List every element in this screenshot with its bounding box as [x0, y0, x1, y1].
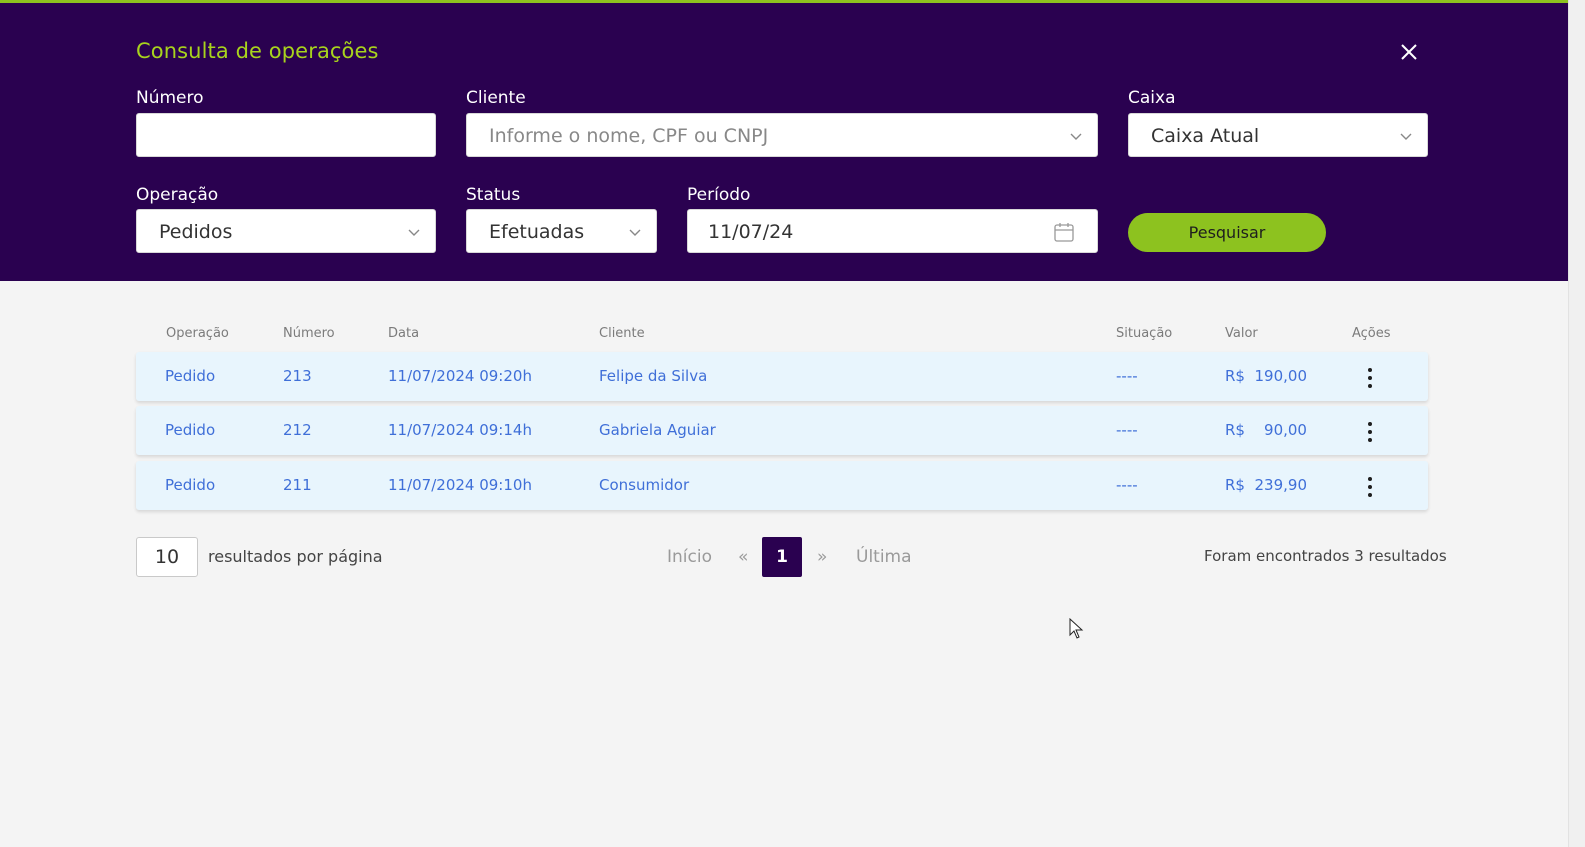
chevron-down-icon: [1399, 129, 1413, 143]
periodo-input[interactable]: 11/07/24: [687, 209, 1098, 253]
cell-valor: R$ 239,90: [1225, 476, 1307, 494]
pagination-first[interactable]: Início: [667, 547, 712, 567]
operacao-value: Pedidos: [159, 221, 233, 243]
column-header-numero: Número: [283, 326, 335, 341]
cell-data: 11/07/2024 09:14h: [388, 421, 532, 439]
cell-data: 11/07/2024 09:20h: [388, 367, 532, 385]
cell-situacao: ----: [1116, 367, 1138, 385]
more-actions-icon[interactable]: [1360, 475, 1380, 497]
cliente-select[interactable]: Informe o nome, CPF ou CNPJ: [466, 113, 1098, 157]
cell-valor: R$ 190,00: [1225, 367, 1307, 385]
page-title: Consulta de operações: [136, 39, 379, 63]
search-button[interactable]: Pesquisar: [1128, 213, 1326, 252]
table-header: Operação Número Data Cliente Situação Va…: [136, 326, 1428, 346]
close-icon: [1401, 44, 1417, 60]
periodo-value: 11/07/24: [708, 221, 794, 243]
cell-valor: R$ 90,00: [1225, 421, 1307, 439]
operacao-label: Operação: [136, 185, 219, 205]
pagination-prev[interactable]: «: [738, 547, 748, 567]
cell-numero: 213: [283, 367, 312, 385]
pagination-next[interactable]: »: [817, 547, 827, 567]
cell-cliente: Felipe da Silva: [599, 367, 708, 385]
numero-input[interactable]: [136, 113, 436, 157]
cell-data: 11/07/2024 09:10h: [388, 476, 532, 494]
cell-situacao: ----: [1116, 476, 1138, 494]
pagination-last[interactable]: Última: [856, 547, 912, 567]
cell-situacao: ----: [1116, 421, 1138, 439]
cell-cliente: Gabriela Aguiar: [599, 421, 716, 439]
result-count: Foram encontrados 3 resultados: [1204, 547, 1447, 565]
per-page-label: resultados por página: [208, 547, 383, 566]
calendar-icon[interactable]: [1053, 221, 1075, 243]
vertical-scrollbar[interactable]: [1568, 0, 1585, 847]
caixa-value: Caixa Atual: [1151, 125, 1260, 147]
cell-cliente: Consumidor: [599, 476, 690, 494]
table-row[interactable]: Pedido 212 11/07/2024 09:14h Gabriela Ag…: [136, 406, 1428, 455]
per-page-input[interactable]: 10: [136, 537, 198, 577]
cell-operacao: Pedido: [165, 476, 216, 494]
more-actions-icon[interactable]: [1360, 366, 1380, 388]
chevron-down-icon: [628, 225, 642, 239]
column-header-valor: Valor: [1225, 326, 1258, 341]
cell-operacao: Pedido: [165, 367, 216, 385]
operacao-select[interactable]: Pedidos: [136, 209, 436, 253]
pagination-current-page[interactable]: 1: [762, 537, 802, 577]
cliente-label: Cliente: [466, 88, 526, 108]
column-header-operacao: Operação: [166, 326, 229, 341]
column-header-acoes: Ações: [1352, 326, 1391, 341]
cell-numero: 212: [283, 421, 312, 439]
filter-header: Consulta de operações Número Cliente Cai…: [0, 3, 1568, 281]
numero-label: Número: [136, 88, 204, 108]
status-select[interactable]: Efetuadas: [466, 209, 657, 253]
table-row[interactable]: Pedido 211 11/07/2024 09:10h Consumidor …: [136, 461, 1428, 510]
close-button[interactable]: [1396, 39, 1422, 65]
cliente-placeholder: Informe o nome, CPF ou CNPJ: [489, 125, 769, 147]
caixa-label: Caixa: [1128, 88, 1176, 108]
column-header-situacao: Situação: [1116, 326, 1173, 341]
table-row[interactable]: Pedido 213 11/07/2024 09:20h Felipe da S…: [136, 352, 1428, 401]
more-actions-icon[interactable]: [1360, 420, 1380, 442]
chevron-down-icon: [407, 225, 421, 239]
status-value: Efetuadas: [489, 221, 585, 243]
column-header-data: Data: [388, 326, 420, 341]
periodo-label: Período: [687, 185, 751, 205]
chevron-down-icon: [1069, 129, 1083, 143]
cell-numero: 211: [283, 476, 312, 494]
caixa-select[interactable]: Caixa Atual: [1128, 113, 1428, 157]
status-label: Status: [466, 185, 521, 205]
column-header-cliente: Cliente: [599, 326, 645, 341]
cell-operacao: Pedido: [165, 421, 216, 439]
mouse-cursor-icon: [1069, 618, 1085, 640]
